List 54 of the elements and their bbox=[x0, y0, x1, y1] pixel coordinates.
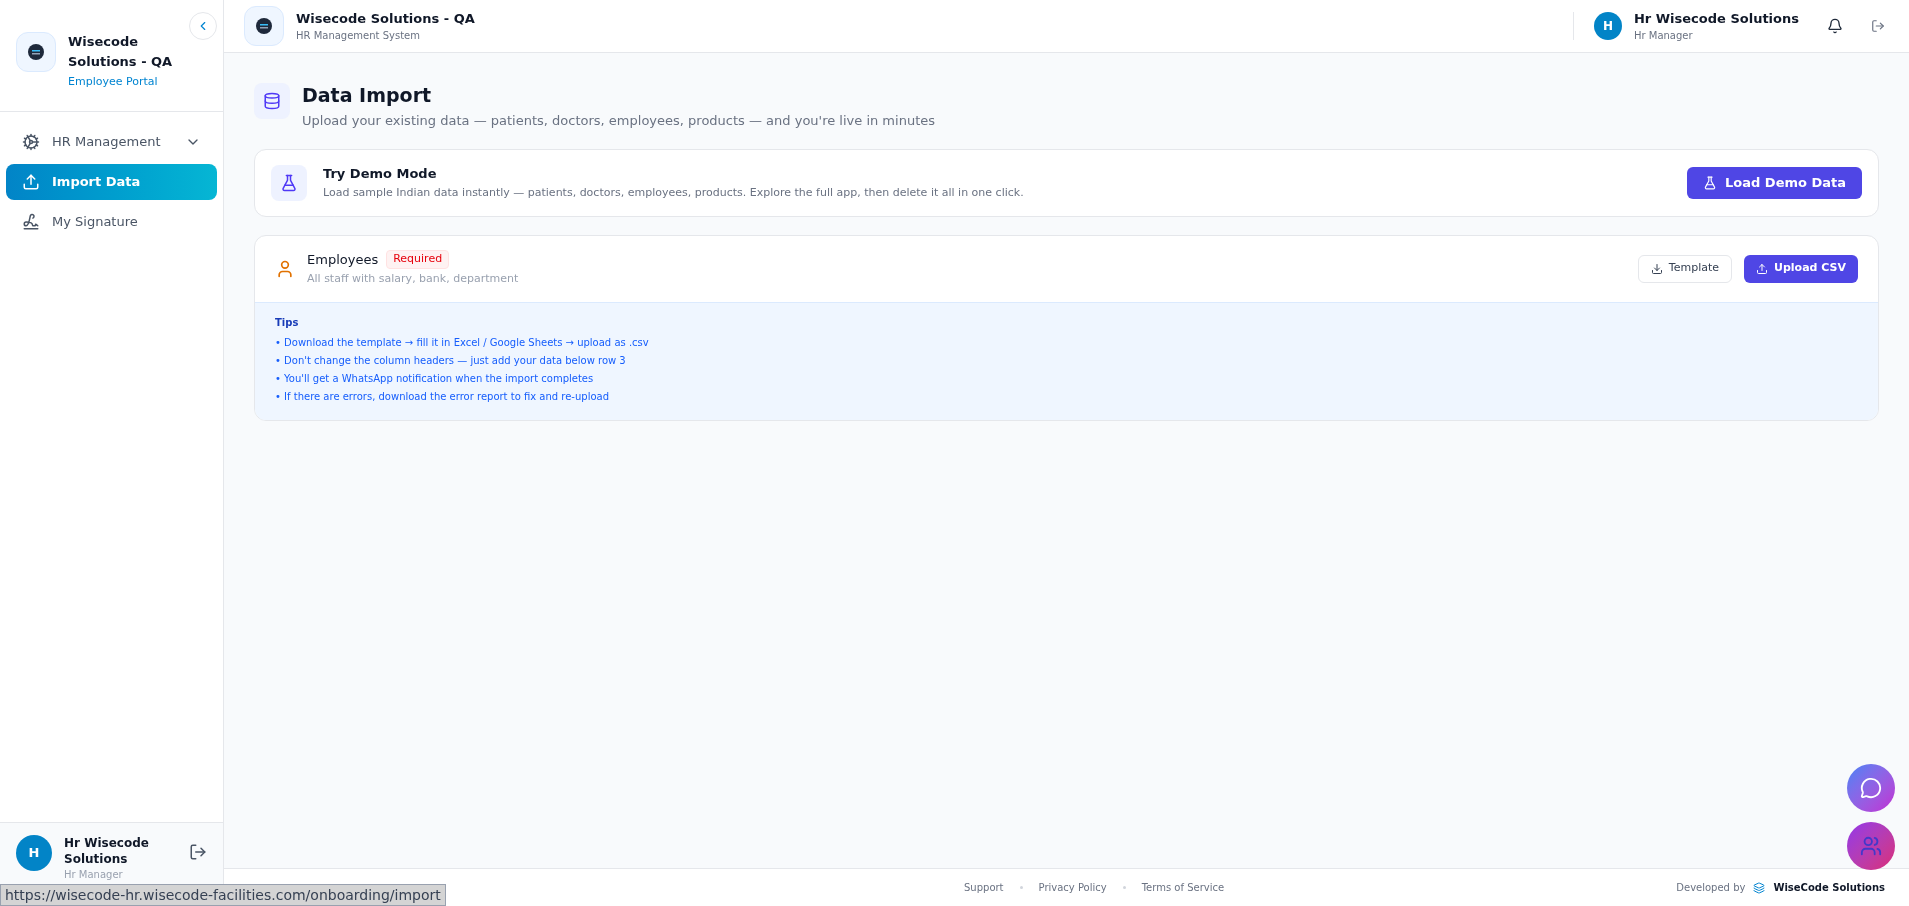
footer-link[interactable]: Support bbox=[964, 880, 1004, 895]
user-name: Hr Wisecode Solutions bbox=[1633, 9, 1799, 28]
upload-icon bbox=[1756, 262, 1768, 275]
layers-icon bbox=[1753, 881, 1766, 894]
messenger-button[interactable] bbox=[1847, 764, 1895, 812]
required-badge: Required bbox=[386, 250, 450, 269]
app-title: Wisecode Solutions - QA bbox=[296, 9, 476, 28]
bell-icon bbox=[1827, 18, 1843, 34]
flask-icon bbox=[1703, 175, 1717, 190]
team-button[interactable] bbox=[1847, 822, 1895, 870]
tip-text: • Don't change the column headers — just add your data below row 3 bbox=[275, 353, 627, 368]
tip-text: • Download the template → fill it in Excel / Google Sheets → upload as .csv bbox=[275, 335, 650, 350]
logout-button[interactable] bbox=[189, 843, 207, 861]
developer-name: WiseCode Solutions bbox=[1773, 881, 1885, 895]
footer-link[interactable]: Privacy Policy bbox=[1038, 880, 1107, 895]
download-icon bbox=[1650, 262, 1663, 275]
user-avatar: H bbox=[16, 835, 52, 871]
logo-icon bbox=[244, 6, 284, 46]
sidebar-item[interactable]: HR Management bbox=[6, 123, 217, 160]
database-icon bbox=[254, 83, 290, 119]
load-demo-button[interactable]: Load Demo Data bbox=[1687, 166, 1862, 199]
import-description: All staff with salary, bank, department bbox=[307, 271, 520, 287]
chat-bubble-icon bbox=[1860, 777, 1882, 799]
page-title: Data Import bbox=[302, 83, 433, 107]
user-name: Hr Wisecode Solutions bbox=[64, 835, 150, 867]
logout-icon bbox=[189, 843, 207, 861]
user-role: Hr Manager bbox=[1633, 29, 1694, 44]
flask-icon bbox=[271, 164, 307, 201]
template-button[interactable]: Template bbox=[1637, 254, 1732, 283]
status-url: https://wisecode-hr.wisecode-facilities.com/onboarding/import bbox=[0, 884, 446, 906]
upload-csv-button[interactable]: Upload CSV bbox=[1744, 254, 1858, 283]
page-subtitle: Upload your existing data — patients, doctors, employees, products — and you're live in minutes bbox=[302, 112, 935, 130]
person-icon bbox=[275, 258, 295, 279]
upload-icon bbox=[22, 172, 40, 191]
signature-icon bbox=[22, 212, 40, 231]
tip-text: • You'll get a WhatsApp notification when the import completes bbox=[275, 371, 595, 386]
people-icon bbox=[1860, 835, 1882, 857]
tip-text: • If there are errors, download the error report to fix and re-upload bbox=[275, 389, 611, 404]
import-title: Employees bbox=[307, 250, 379, 269]
demo-description: Load sample Indian data instantly — patients, doctors, employees, products. Explore the full app, then delete it all in one click. bbox=[323, 185, 1025, 201]
sidebar-item[interactable]: My Signature bbox=[6, 203, 217, 240]
sidebar-item[interactable]: Import Data bbox=[6, 163, 217, 200]
brand-subtitle: Employee Portal bbox=[68, 74, 159, 90]
developed-by: Developed by bbox=[1676, 881, 1746, 895]
demo-title: Try Demo Mode bbox=[323, 164, 438, 183]
footer-link[interactable]: Terms of Service bbox=[1141, 880, 1225, 895]
app-subtitle: HR Management System bbox=[296, 29, 421, 44]
user-role: Hr Manager bbox=[64, 868, 124, 882]
gear-icon bbox=[22, 132, 40, 151]
logo-icon bbox=[16, 32, 56, 72]
tips-title: Tips bbox=[275, 315, 300, 330]
brand-name: Wisecode Solutions - QA bbox=[68, 33, 174, 71]
user-avatar: H bbox=[1593, 12, 1622, 40]
logout-icon bbox=[1871, 19, 1885, 33]
